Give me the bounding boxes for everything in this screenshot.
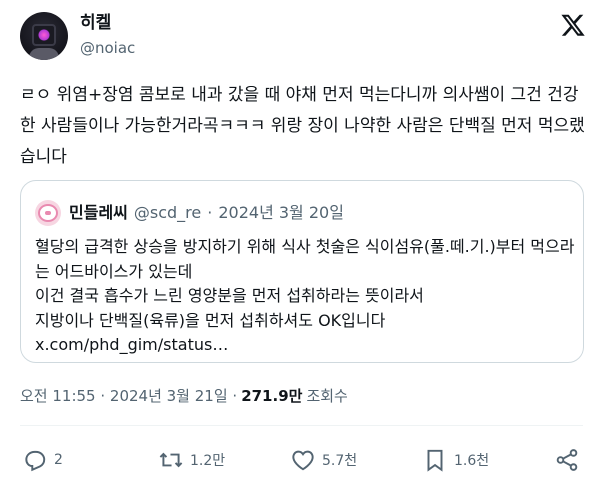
share-icon	[556, 449, 578, 471]
bookmark-count: 1.6천	[454, 453, 490, 469]
x-logo-icon[interactable]	[560, 12, 586, 38]
quoted-handle: @scd_re	[133, 203, 202, 222]
reply-button[interactable]: 2	[22, 446, 63, 474]
retweet-button[interactable]: 1.2만	[158, 446, 225, 474]
quoted-display-name: 민들레씨	[69, 203, 128, 222]
retweet-count: 1.2만	[190, 453, 226, 469]
tweet-body-text: ㄹㅇ 위염+장염 콤보로 내과 갔을 때 야채 먼저 먹는다니까 의사쌤이 그건…	[20, 85, 585, 167]
timestamp-time-date[interactable]: 오전 11:55 · 2024년 3월 21일 ·	[20, 387, 237, 405]
tweet-timestamp: 오전 11:55 · 2024년 3월 21일 · 271.9만 조회수	[20, 386, 348, 406]
heart-icon	[292, 450, 314, 471]
bookmark-button[interactable]: 1.6천	[422, 446, 489, 474]
like-button[interactable]: 5.7천	[290, 446, 357, 474]
avatar-screen-head	[32, 24, 56, 46]
author-avatar[interactable]	[20, 12, 68, 60]
like-count: 5.7천	[322, 453, 358, 469]
quoted-text: 혈당의 급격한 상승을 방지하기 위해 식사 첫술은 식이섬유(풀.떼.기.)부…	[35, 237, 575, 354]
avatar-body	[29, 48, 59, 60]
quoted-author-avatar	[35, 200, 61, 226]
quoted-date: 2024년 3월 20일	[218, 203, 344, 222]
retweet-icon	[159, 452, 183, 468]
quoted-header: 민들레씨 @scd_re · 2024년 3월 20일	[69, 201, 344, 225]
author-display-name[interactable]: 히켈	[80, 12, 111, 34]
quoted-separator: ·	[207, 203, 213, 222]
author-handle[interactable]: @noiac	[80, 38, 135, 58]
quoted-tweet[interactable]: 민들레씨 @scd_re · 2024년 3월 20일 혈당의 급격한 상승을 방지하…	[20, 180, 584, 363]
views-label: 조회수	[306, 387, 348, 405]
reply-icon	[25, 450, 46, 472]
bookmark-icon	[427, 449, 443, 472]
divider	[20, 425, 583, 426]
views-count: 271.9만	[241, 387, 303, 405]
share-button[interactable]	[554, 446, 580, 474]
reply-count: 2	[54, 452, 63, 468]
tweet-card: 히켈 @noiac ㄹㅇ 위염+장염 콤보로 내과 갔을 때 야채 먼저 먹는다…	[0, 0, 603, 486]
